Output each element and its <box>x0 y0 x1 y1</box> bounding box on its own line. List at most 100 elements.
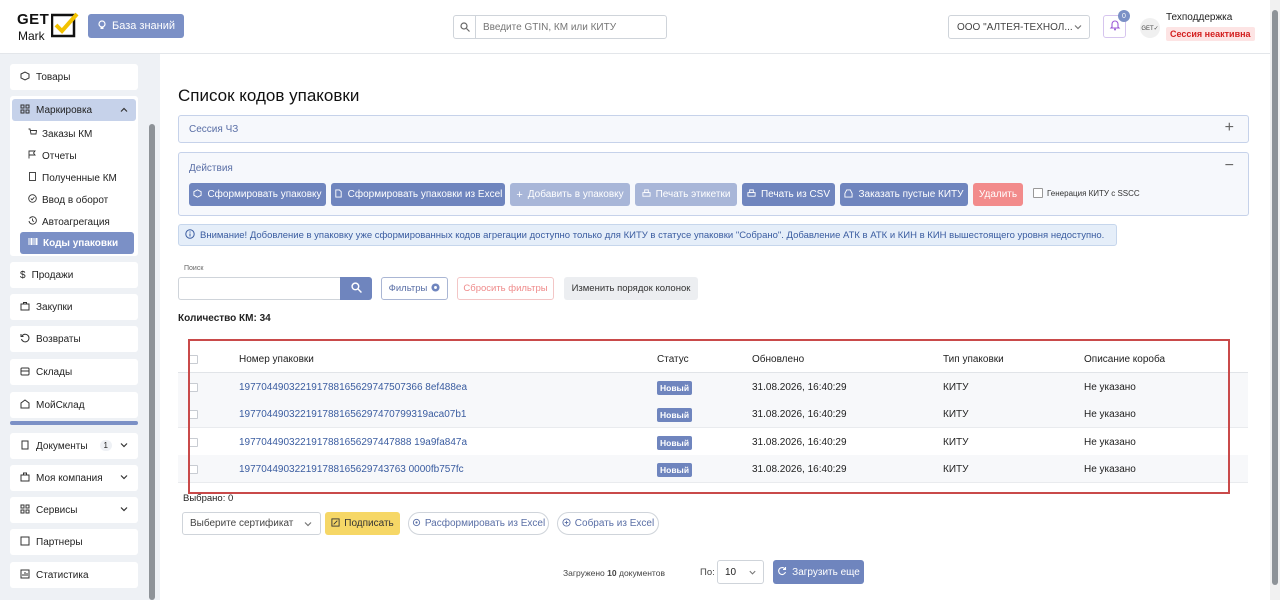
add-to-pack-button[interactable]: + Добавить в упаковку <box>510 183 630 206</box>
row-checkbox[interactable] <box>189 465 198 474</box>
order-empty-kitu-button[interactable]: Заказать пустые КИТУ <box>840 183 968 206</box>
avatar[interactable]: GET✓ <box>1140 18 1160 38</box>
form-excel-button[interactable]: Сформировать упаковки из Excel <box>331 183 505 206</box>
load-more-button[interactable]: Загрузить еще <box>773 560 864 584</box>
bag-icon <box>20 301 30 314</box>
global-search-input[interactable] <box>476 21 656 33</box>
certificate-placeholder: Выберите сертификат <box>190 518 294 529</box>
session-panel[interactable]: Сессия ЧЗ + <box>178 115 1249 143</box>
updated-cell: 31.08.2026, 16:40:29 <box>752 464 847 475</box>
select-all-checkbox[interactable] <box>189 355 198 364</box>
column-header-pack-type[interactable]: Тип упаковки <box>943 354 1004 365</box>
sidebar-item-label: Партнеры <box>36 536 83 548</box>
table-search-input[interactable] <box>178 277 340 300</box>
column-header-updated[interactable]: Обновлено <box>752 354 804 365</box>
print-csv-button[interactable]: Печать из CSV <box>742 183 835 206</box>
sidebar-item-documents[interactable]: Документы 1 <box>10 433 138 459</box>
sidebar-item-statistics[interactable]: Статистика <box>10 562 138 588</box>
column-header-status[interactable]: Статус <box>657 354 689 365</box>
per-page-value: 10 <box>725 566 737 578</box>
km-count: Количество КМ: 34 <box>178 313 271 324</box>
sidebar-subitem-label: Полученные КМ <box>42 172 117 184</box>
sidebar-item-services[interactable]: Сервисы <box>10 497 138 523</box>
sidebar-item-partners[interactable]: Партнеры <box>10 529 138 555</box>
organization-value: ООО "АЛТЕЯ-ТЕХНОЛ... <box>957 21 1073 33</box>
loaded-documents-info: Загружено 10 документов <box>563 568 665 578</box>
sidebar-subitem-autoaggregation[interactable]: Автоагрегация <box>28 216 110 228</box>
logo-get-text: GET <box>17 11 50 28</box>
updated-cell: 31.08.2026, 16:40:29 <box>752 382 847 393</box>
global-search[interactable] <box>453 15 667 39</box>
reset-filters-button[interactable]: Сбросить фильтры <box>457 277 554 300</box>
getmark-logo[interactable]: GET Mark <box>16 10 80 44</box>
table-row[interactable]: 197704490322191788165629747507366 8ef488… <box>178 373 1248 401</box>
sidebar-item-returns[interactable]: Возвраты <box>10 326 138 352</box>
per-page-select[interactable]: 10 <box>717 560 764 584</box>
collapse-minus-icon[interactable]: − <box>1225 157 1234 175</box>
sign-button[interactable]: Подписать <box>325 512 400 535</box>
box-description-cell: Не указано <box>1084 464 1136 475</box>
print-labels-button[interactable]: Печать этикетки <box>635 183 737 206</box>
delete-button[interactable]: Удалить <box>973 183 1023 206</box>
sidebar-subitem-reports[interactable]: Отчеты <box>28 150 77 162</box>
column-header-box-description[interactable]: Описание короба <box>1084 354 1165 365</box>
pack-number-link[interactable]: 197704490322191788165629747507366 8ef488… <box>239 382 467 393</box>
row-checkbox[interactable] <box>189 383 198 392</box>
row-checkbox[interactable] <box>189 438 198 447</box>
table-row[interactable]: 1977044903221917881656297470799319aca07b… <box>178 400 1248 428</box>
page-scrollbar-thumb[interactable] <box>1272 10 1278 585</box>
chevron-down-icon <box>748 568 757 580</box>
table-search-button[interactable] <box>340 277 372 300</box>
search-icon <box>350 281 362 296</box>
pack-number-link[interactable]: 1977044903221917881656297447888 19a9fa84… <box>239 437 467 448</box>
user-name[interactable]: Техподдержка <box>1166 12 1232 23</box>
sidebar-item-label: Моя компания <box>36 472 103 484</box>
unform-excel-button[interactable]: Расформировать из Excel <box>408 512 549 535</box>
column-order-button[interactable]: Изменить порядок колонок <box>564 277 698 300</box>
checkbox-box[interactable] <box>1033 188 1043 198</box>
sidebar-item-warehouses[interactable]: Склады <box>10 359 138 385</box>
box-icon <box>193 188 203 201</box>
button-label: Подписать <box>344 518 394 529</box>
sidebar-subitem-km-orders[interactable]: Заказы КМ <box>28 128 92 140</box>
sidebar-item-moysklad[interactable]: МойСклад <box>10 392 138 418</box>
chevron-down-icon <box>303 519 313 532</box>
page-scrollbar[interactable] <box>1270 0 1280 600</box>
top-header: GET Mark База знаний ООО "АЛТЕЯ-ТЕХНОЛ..… <box>0 0 1270 54</box>
sidebar-item-label: Статистика <box>36 569 89 581</box>
certificate-select[interactable]: Выберите сертификат <box>182 512 321 535</box>
row-checkbox[interactable] <box>189 410 198 419</box>
sidebar-item-purchases[interactable]: Закупки <box>10 294 138 320</box>
button-label: Фильтры <box>388 283 428 294</box>
pack-number-link[interactable]: 1977044903221917881656297470799319aca07b… <box>239 409 466 420</box>
sidebar-item-sales[interactable]: $ Продажи <box>10 262 138 288</box>
form-pack-button[interactable]: Сформировать упаковку <box>189 183 326 206</box>
sidebar-subitem-circulation[interactable]: Ввод в оборот <box>28 194 108 206</box>
organization-select[interactable]: ООО "АЛТЕЯ-ТЕХНОЛ... <box>948 15 1090 39</box>
collect-excel-button[interactable]: Собрать из Excel <box>557 512 659 535</box>
inbox-icon <box>844 188 854 201</box>
column-header-number[interactable]: Номер упаковки <box>239 354 314 365</box>
sidebar-item-company[interactable]: Моя компания <box>10 465 138 491</box>
sidebar-item-label: Документы <box>36 440 88 452</box>
sidebar-subitem-pack-codes[interactable]: Коды упаковки <box>20 232 134 254</box>
updated-cell: 31.08.2026, 16:40:29 <box>752 437 847 448</box>
expand-plus-icon[interactable]: + <box>1225 119 1234 137</box>
sidebar-scrollbar[interactable] <box>149 124 155 600</box>
file-icon <box>334 188 343 201</box>
partners-icon <box>20 536 30 549</box>
filters-button[interactable]: Фильтры <box>381 277 448 300</box>
search-icon[interactable] <box>454 16 476 38</box>
box-description-cell: Не указано <box>1084 437 1136 448</box>
knowledge-base-button[interactable]: База знаний <box>88 14 185 38</box>
table-row[interactable]: 197704490322191788165629743763 0000fb757… <box>178 455 1248 483</box>
sidebar-subitem-received-km[interactable]: Полученные КМ <box>28 172 117 184</box>
generate-kitu-sscc-checkbox[interactable]: Генерация КИТУ с SSCC <box>1033 188 1140 198</box>
sidebar-item-marking[interactable]: Маркировка <box>12 99 136 121</box>
page-title: Список кодов упаковки <box>178 86 360 105</box>
pack-number-link[interactable]: 197704490322191788165629743763 0000fb757… <box>239 464 464 475</box>
warehouse-icon <box>20 366 30 379</box>
sidebar-item-goods[interactable]: Товары <box>10 64 138 90</box>
table-row[interactable]: 1977044903221917881656297447888 19a9fa84… <box>178 428 1248 456</box>
notifications-button[interactable]: 0 <box>1103 10 1130 38</box>
